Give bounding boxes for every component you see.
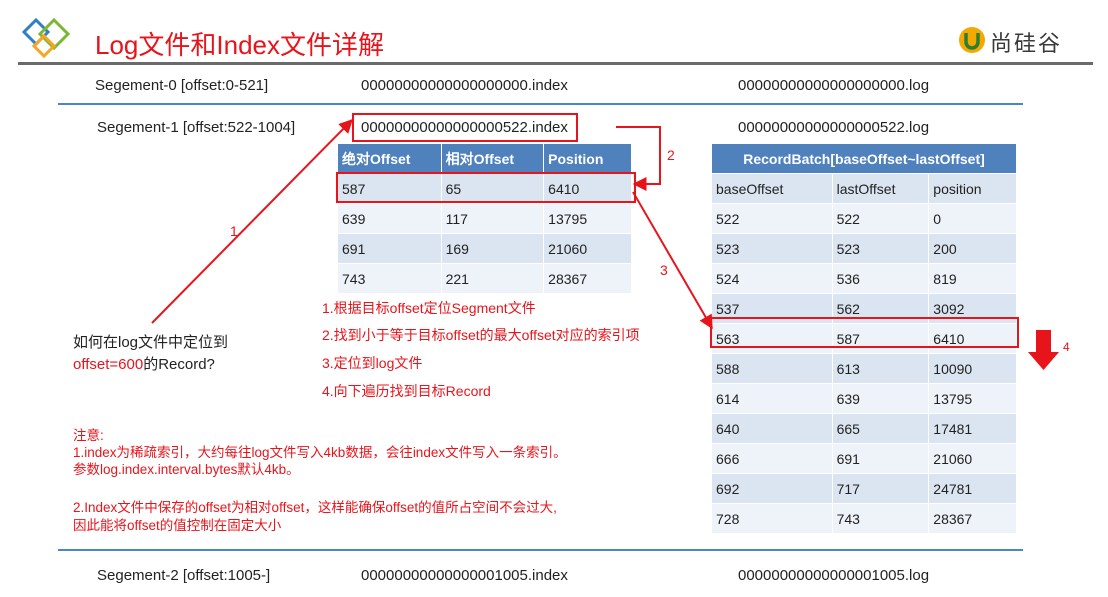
note-2-line-1: 2.Index文件中保存的offset为相对offset，这样能确保offset… [73, 500, 557, 515]
arrow-2 [616, 126, 661, 191]
question-offset: offset=600 [73, 356, 144, 373]
segment-2-index-file: 00000000000000001005.index [361, 567, 568, 584]
segment-2-log-file: 00000000000000001005.log [738, 567, 930, 584]
step-2: 2.找到小于等于目标offset的最大offset对应的索引项 [322, 327, 640, 343]
step-3: 3.定位到log文件 [322, 355, 423, 371]
note-1-line-2: 参数log.index.interval.bytes默认4kb。 [73, 462, 300, 477]
segment-2-label: Segement-2 [offset:1005-] [97, 567, 271, 584]
question-line-2: offset=600的Record? [73, 353, 215, 374]
arrow-label-4: 4 [1063, 340, 1070, 354]
question-rest: 的Record? [143, 356, 215, 373]
arrow-label-3: 3 [660, 262, 668, 278]
step-1: 1.根据目标offset定位Segment文件 [322, 300, 536, 316]
down-arrow-icon [1028, 330, 1059, 370]
arrow-3 [632, 191, 713, 330]
arrow-label-1: 1 [230, 223, 238, 239]
arrow-1 [151, 119, 353, 324]
arrow-label-2: 2 [667, 147, 675, 163]
segment-divider [58, 549, 1023, 551]
question-line-1: 如何在log文件中定位到 [73, 334, 229, 351]
step-4: 4.向下遍历找到目标Record [322, 383, 491, 399]
note-2-line-2: 因此能将offset的值控制在固定大小 [73, 518, 282, 533]
